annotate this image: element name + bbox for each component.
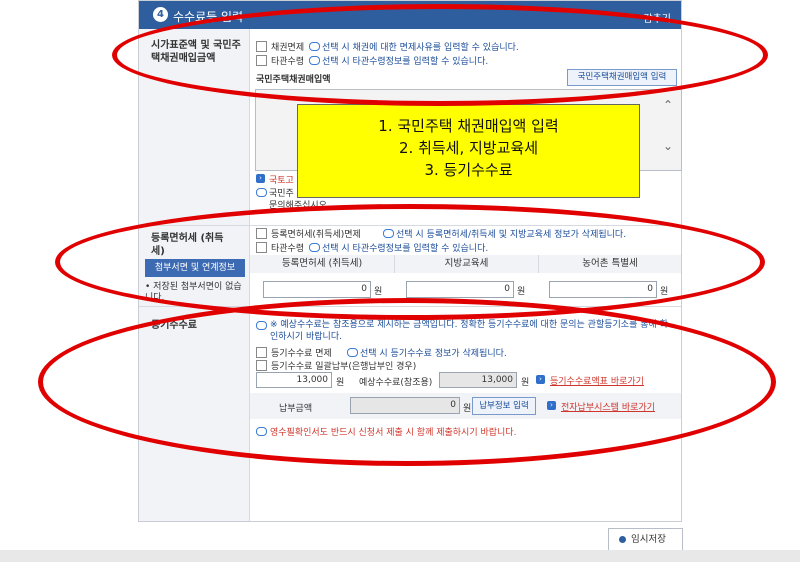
annotation-ellipse-bond (112, 4, 768, 106)
annotation-ellipse-fee (38, 298, 776, 466)
annotation-callout: 1. 국민주택 채권매입액 입력 2. 취득세, 지방교육세 3. 등기수수료 (297, 104, 640, 198)
ministry-link[interactable]: 국토고 (269, 173, 294, 186)
callout-line-1: 1. 국민주택 채권매입액 입력 (378, 117, 559, 135)
info-icon (256, 188, 267, 197)
scroll-up-icon[interactable]: ⌃ (663, 98, 673, 112)
callout-line-2: 2. 취득세, 지방교육세 (398, 139, 539, 157)
step-number: 4 (153, 7, 168, 22)
temp-save-button[interactable]: 임시저장 (608, 528, 683, 551)
link-arrow-icon: › (256, 174, 265, 183)
temp-save-label: 임시저장 (631, 534, 666, 545)
callout-line-3: 3. 등기수수료 (424, 161, 513, 179)
bottom-bar (0, 550, 800, 562)
save-dot-icon (619, 536, 626, 543)
scroll-down-icon[interactable]: ⌄ (663, 139, 673, 153)
